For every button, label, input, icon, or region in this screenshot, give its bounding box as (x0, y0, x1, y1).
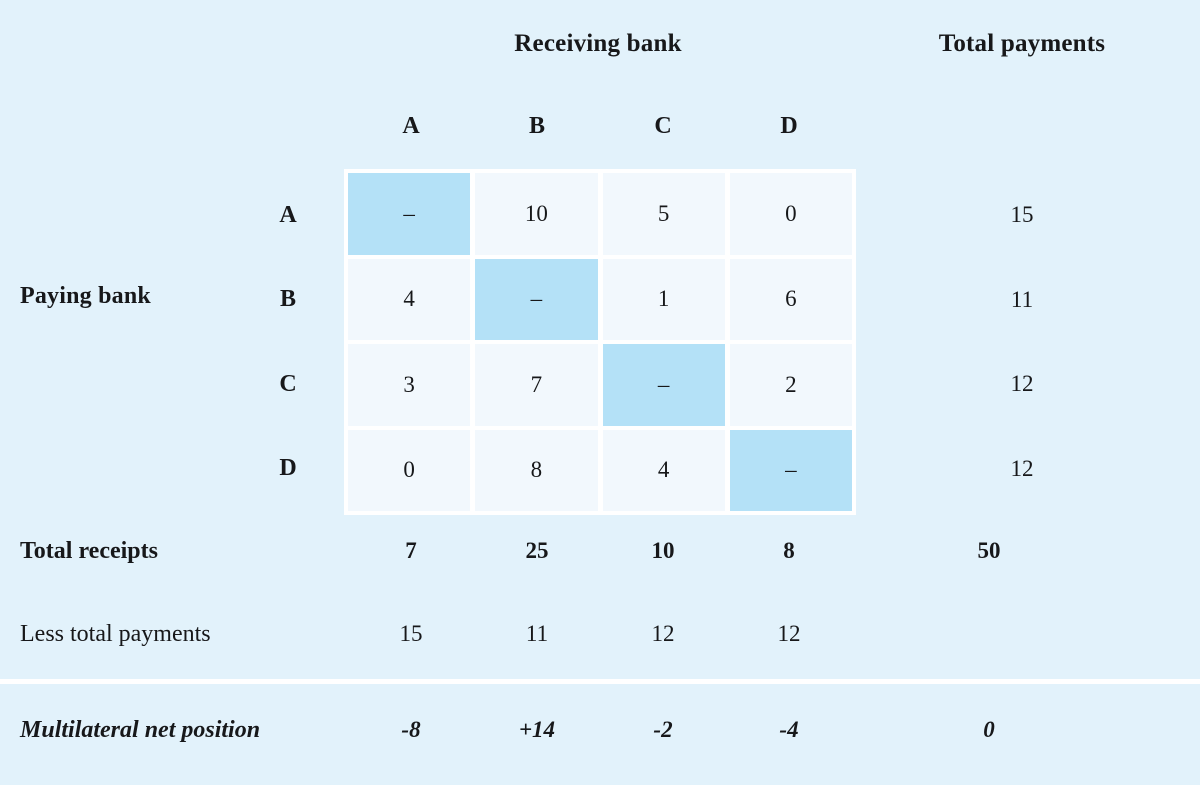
total-receipts-value: 25 (525, 538, 549, 563)
column-header-b: B (528, 113, 545, 139)
matrix-cell: 4 (348, 258, 471, 340)
matrix-row: 3 7 – 2 (348, 344, 852, 426)
matrix-cell: 2 (729, 344, 852, 426)
matrix-cell: 4 (602, 429, 725, 511)
total-payments-value: 12 (1010, 455, 1034, 481)
total-receipts-label: Total receipts (20, 537, 158, 564)
total-payments-column: 15 11 12 12 (922, 173, 1122, 511)
matrix-row: – 10 5 0 (348, 173, 852, 255)
matrix-cell: – (729, 429, 852, 511)
net-position-value: -2 (653, 717, 673, 742)
matrix-cell: 8 (475, 429, 598, 511)
matrix-row: 4 – 1 6 (348, 258, 852, 340)
row-header-b: B (279, 286, 296, 313)
multilateral-net-position-row: Multilateral net position -8 +14 -2 -4 0 (0, 710, 1200, 750)
matrix-cell: 10 (475, 173, 598, 255)
column-header-c: C (654, 113, 672, 139)
total-payments-header: Total payments (938, 30, 1106, 57)
matrix-cell: 7 (475, 344, 598, 426)
row-header-a: A (279, 201, 297, 228)
total-receipts-row: Total receipts 7 25 10 8 50 (0, 531, 1200, 571)
total-receipts-values: 7 25 10 8 (344, 538, 856, 564)
less-total-payments-value: 15 (399, 621, 423, 646)
column-headers: A B C D (348, 113, 852, 140)
total-receipts-value: 7 (405, 538, 417, 563)
less-total-payments-value: 12 (651, 621, 675, 646)
column-header-d: D (780, 113, 798, 139)
total-receipts-value: 8 (783, 538, 795, 563)
matrix-cell: 5 (602, 173, 725, 255)
total-receipts-value: 10 (651, 538, 675, 563)
less-total-payments-label: Less total payments (20, 620, 211, 647)
less-total-payments-row: Less total payments 15 11 12 12 (0, 614, 1200, 654)
total-receipts-grand-total: 50 (977, 538, 1001, 563)
total-payments-value: 11 (1010, 286, 1034, 312)
matrix-cell: 1 (602, 258, 725, 340)
separator-line (0, 679, 1200, 684)
less-total-payments-values: 15 11 12 12 (344, 621, 856, 647)
multilateral-net-position-values: -8 +14 -2 -4 (344, 717, 856, 743)
row-header-d: D (279, 455, 297, 482)
column-header-a: A (402, 113, 420, 139)
matrix-cell: 6 (729, 258, 852, 340)
row-header-c: C (279, 370, 297, 397)
less-total-payments-value: 12 (777, 621, 801, 646)
matrix-cell: 0 (348, 429, 471, 511)
net-position-value: -4 (779, 717, 799, 742)
row-headers: A B C D (258, 173, 318, 511)
net-position-grand-total: 0 (983, 717, 995, 742)
matrix-row: 0 8 4 – (348, 429, 852, 511)
payment-matrix: – 10 5 0 4 – 1 6 3 7 – 2 0 8 4 – (344, 169, 856, 515)
paying-bank-label: Paying bank (20, 283, 151, 309)
matrix-cell: 3 (348, 344, 471, 426)
total-payments-value: 15 (1010, 202, 1034, 228)
matrix-cell: 0 (729, 173, 852, 255)
total-payments-value: 12 (1010, 371, 1034, 397)
less-total-payments-value: 11 (525, 621, 549, 646)
matrix-cell: – (602, 344, 725, 426)
matrix-cell: – (348, 173, 471, 255)
matrix-cell: – (475, 258, 598, 340)
net-position-value: -8 (401, 717, 421, 742)
receiving-bank-header: Receiving bank (514, 30, 682, 57)
net-position-value: +14 (518, 717, 556, 742)
multilateral-net-position-label: Multilateral net position (20, 716, 261, 743)
